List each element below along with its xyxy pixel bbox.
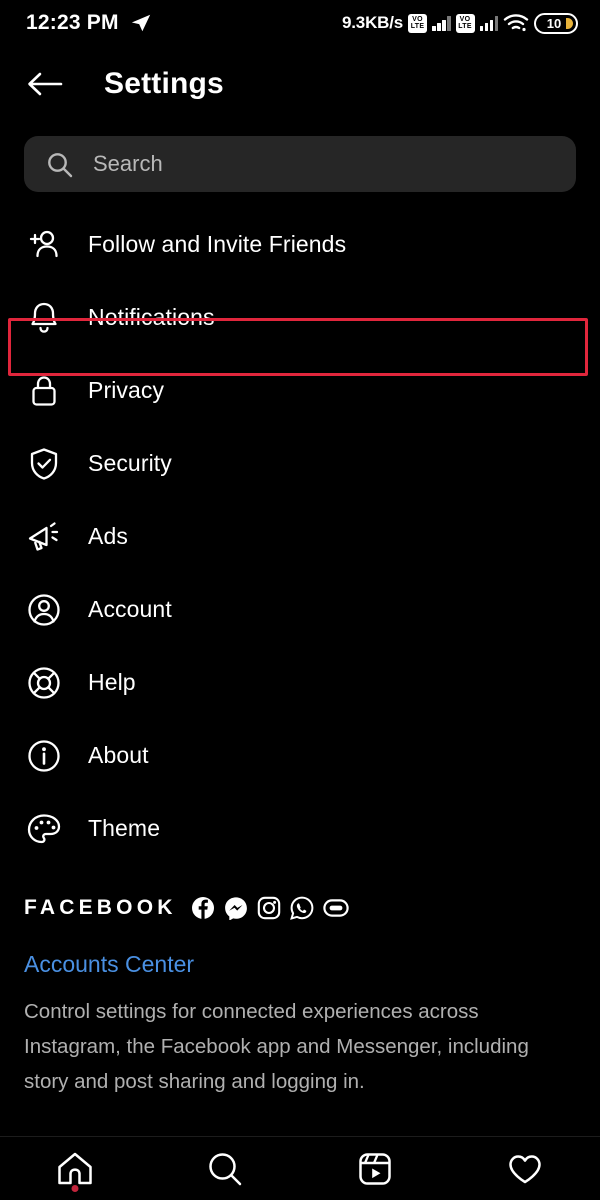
- home-icon: [55, 1149, 95, 1189]
- settings-item-label: About: [88, 742, 149, 768]
- page-header: Settings: [0, 46, 600, 122]
- volte-bottom-text-2: LTE: [458, 23, 472, 30]
- settings-item-label: Ads: [88, 523, 128, 549]
- nav-reels-button[interactable]: [300, 1137, 450, 1200]
- settings-item-theme[interactable]: Theme: [0, 792, 600, 865]
- volte-sim2-icon: VO LTE: [455, 13, 475, 33]
- settings-item-follow-and-invite-friends[interactable]: Follow and Invite Friends: [0, 208, 600, 281]
- settings-item-label: Follow and Invite Friends: [88, 231, 347, 257]
- facebook-brand-row: FACEBOOK: [24, 891, 576, 925]
- status-bar: 12:23 PM 9.3KB/s VO LTE VO LTE 10: [0, 0, 600, 46]
- settings-item-privacy[interactable]: Privacy: [0, 354, 600, 427]
- volte-top-text-2: VO: [459, 15, 471, 23]
- palette-icon: [26, 811, 62, 847]
- search-input[interactable]: Search: [24, 136, 576, 192]
- settings-item-label: Privacy: [88, 377, 165, 403]
- settings-item-label: Account: [88, 596, 172, 622]
- settings-item-label: Notifications: [88, 304, 215, 330]
- settings-screen: 12:23 PM 9.3KB/s VO LTE VO LTE 10 Settin…: [0, 0, 600, 1200]
- battery-icon: 10: [534, 12, 578, 34]
- person-plus-icon: [26, 227, 62, 263]
- navigation-arrow-icon: [130, 12, 152, 34]
- facebook-wordmark: FACEBOOK: [24, 896, 177, 919]
- search-placeholder: Search: [93, 151, 163, 176]
- volte-top-text: VO: [412, 15, 423, 23]
- back-arrow-icon[interactable]: [26, 69, 64, 99]
- settings-item-label: Security: [88, 450, 172, 476]
- page-title: Settings: [104, 67, 224, 100]
- facebook-family-icons: [191, 896, 349, 920]
- info-circle-icon: [26, 738, 62, 774]
- status-bar-right: 9.3KB/s VO LTE VO LTE 10: [342, 12, 578, 34]
- search-icon: [46, 151, 73, 178]
- nav-home-button[interactable]: [0, 1137, 150, 1200]
- whatsapp-icon: [289, 896, 314, 920]
- nav-activity-button[interactable]: [450, 1137, 600, 1200]
- battery-level-text: 10: [546, 15, 562, 31]
- accounts-center-link[interactable]: Accounts Center: [24, 951, 576, 978]
- network-speed-label: 9.3KB/s: [342, 13, 403, 32]
- reels-icon: [355, 1149, 395, 1189]
- person-circle-icon: [26, 592, 62, 628]
- accounts-center-description: Control settings for connected experienc…: [24, 1000, 529, 1093]
- home-active-indicator: [71, 1185, 79, 1192]
- volte-sim1-icon: VO LTE: [408, 13, 427, 33]
- instagram-icon: [257, 896, 281, 920]
- heart-icon: [505, 1149, 545, 1189]
- settings-item-label: Help: [88, 669, 136, 695]
- facebook-icon: [191, 896, 215, 920]
- status-bar-clock: 12:23 PM: [26, 11, 119, 34]
- status-bar-left: 12:23 PM: [26, 11, 152, 35]
- life-ring-icon: [26, 665, 62, 701]
- search-icon: [205, 1149, 245, 1189]
- search-section: Search: [0, 122, 600, 192]
- volte-bottom-text: LTE: [410, 23, 425, 30]
- shield-check-icon: [26, 446, 62, 482]
- settings-item-security[interactable]: Security: [0, 427, 600, 500]
- signal-bars-sim2-icon: [479, 15, 498, 31]
- bottom-navigation-bar: [0, 1136, 600, 1200]
- bell-icon: [26, 300, 62, 336]
- messenger-icon: [224, 896, 248, 920]
- signal-bars-sim1-icon: [432, 15, 451, 31]
- lock-icon: [26, 373, 62, 409]
- facebook-section: FACEBOOK Accounts Center Control setting…: [0, 865, 600, 1099]
- portal-icon: [322, 899, 349, 917]
- settings-item-notifications[interactable]: Notifications: [0, 281, 600, 354]
- settings-item-account[interactable]: Account: [0, 573, 600, 646]
- settings-item-label: Theme: [88, 815, 161, 841]
- settings-item-about[interactable]: About: [0, 719, 600, 792]
- wifi-icon: [503, 13, 529, 33]
- settings-item-help[interactable]: Help: [0, 646, 600, 719]
- nav-search-button[interactable]: [150, 1137, 300, 1200]
- settings-item-ads[interactable]: Ads: [0, 500, 600, 573]
- megaphone-icon: [26, 519, 62, 555]
- settings-list: Follow and Invite Friends Notifications …: [0, 192, 600, 865]
